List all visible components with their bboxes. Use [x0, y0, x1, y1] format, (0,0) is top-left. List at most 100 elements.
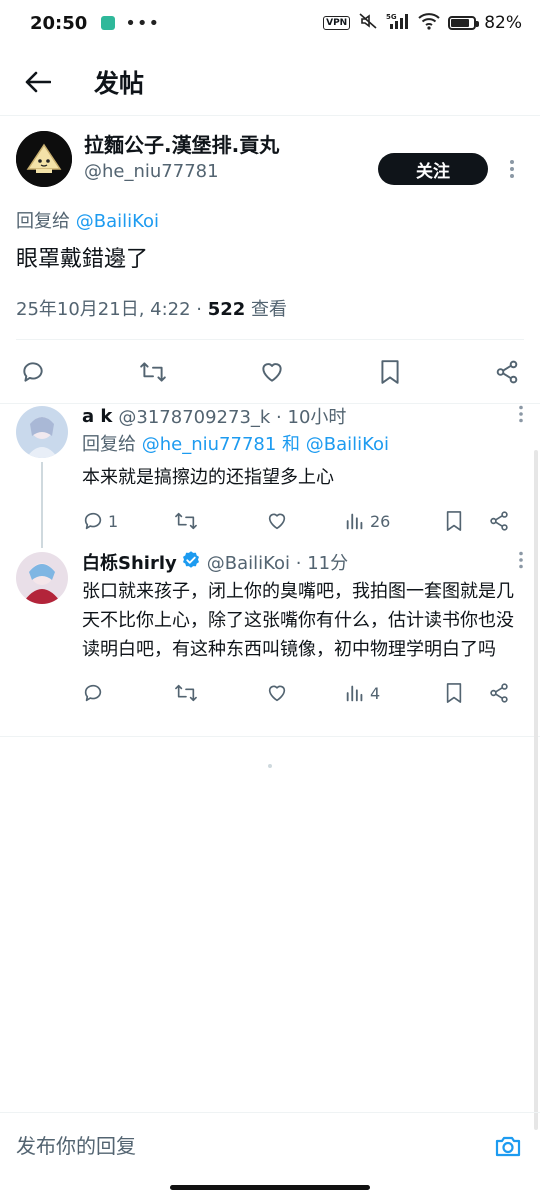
- mute-icon: [358, 12, 378, 34]
- post-meta: 25年10月21日, 4:22 · 522 查看: [16, 295, 524, 340]
- svg-text:5G: 5G: [386, 13, 397, 21]
- views-button[interactable]: 26: [344, 510, 444, 532]
- battery-icon: [448, 16, 480, 30]
- like-button[interactable]: [266, 682, 344, 704]
- loading-dot: [268, 764, 272, 768]
- reply-text: 本来就是搞擦边的还指望多上心: [82, 467, 334, 488]
- more-vertical-icon: [509, 159, 515, 179]
- share-button[interactable]: [488, 682, 510, 704]
- reply-item[interactable]: a k @3178709273_k · 10小时 回复给 @he_niu7778…: [0, 401, 540, 536]
- heart-icon: [262, 362, 282, 382]
- more-options-button[interactable]: [500, 157, 524, 181]
- anime-avatar-icon: [16, 406, 68, 458]
- share-button[interactable]: [488, 510, 510, 532]
- bookmark-button[interactable]: [444, 682, 488, 704]
- reply-item[interactable]: 白栎Shirly @BailiKoi · 11分 张口就来孩子，闭上你的臭嘴吧，…: [0, 547, 540, 708]
- reply-to-line: 回复给 @he_niu77781 和 @BailiKoi: [82, 431, 524, 459]
- reply-button[interactable]: [20, 359, 46, 385]
- reply-to-line: 回复给 @BailiKoi: [16, 207, 524, 233]
- like-button[interactable]: [266, 510, 344, 532]
- author-handle[interactable]: @he_niu77781: [84, 159, 279, 185]
- share-icon: [496, 360, 518, 383]
- reply-avatar[interactable]: [16, 552, 68, 604]
- reply-button[interactable]: 1: [82, 510, 174, 532]
- retweet-button[interactable]: [174, 682, 266, 704]
- retweet-icon: [175, 512, 197, 530]
- reply-more-button[interactable]: [518, 551, 524, 574]
- reply-to-mentions[interactable]: @he_niu77781 和 @BailiKoi: [142, 434, 389, 455]
- anime-avatar-icon: [16, 552, 68, 604]
- scrollbar[interactable]: [534, 450, 538, 1130]
- reply-input[interactable]: [16, 1133, 492, 1158]
- retweet-icon: [175, 684, 197, 702]
- comment-icon: [84, 684, 102, 702]
- views-label: 查看: [245, 299, 288, 320]
- author-avatar[interactable]: [16, 131, 72, 187]
- battery-percent: 82%: [484, 13, 522, 33]
- share-icon: [490, 511, 508, 531]
- cheese-character-icon: [16, 131, 72, 187]
- analytics-icon: [346, 685, 363, 702]
- post-timestamp: 25年10月21日, 4:22 ·: [16, 299, 208, 320]
- status-time: 20:50: [30, 12, 88, 34]
- reply-actions: 1 26: [82, 506, 524, 536]
- comment-icon: [84, 512, 102, 530]
- bookmark-button[interactable]: [378, 359, 402, 385]
- main-post: 拉麵公子.漢堡排.貢丸 @he_niu77781 关注 回复给 @BailiKo…: [0, 117, 540, 404]
- reply-to-prefix: 回复给: [82, 434, 142, 455]
- top-app-bar: 发帖: [0, 48, 540, 116]
- reply-more-button[interactable]: [518, 405, 524, 428]
- share-icon: [490, 683, 508, 703]
- page-title: 发帖: [94, 68, 145, 98]
- views-button[interactable]: 4: [344, 682, 444, 704]
- follow-button[interactable]: 关注: [378, 153, 488, 185]
- retweet-icon: [139, 361, 166, 382]
- vpn-icon: VPN: [323, 16, 351, 30]
- reply-avatar[interactable]: [16, 406, 68, 458]
- reply-text: 张口就来孩子，闭上你的臭嘴吧，我拍图一套图就是几天不比你上心，除了这张嘴你有什么…: [82, 581, 514, 660]
- wifi-icon: [418, 12, 440, 34]
- retweet-button[interactable]: [139, 359, 167, 385]
- heart-icon: [268, 685, 286, 702]
- more-notifications-icon: •••: [125, 12, 161, 34]
- comment-icon: [23, 361, 43, 382]
- reply-author-name[interactable]: a k: [82, 406, 112, 427]
- bookmark-icon: [446, 511, 462, 531]
- reply-count: 1: [108, 511, 119, 531]
- more-vertical-icon: [519, 551, 523, 568]
- camera-button[interactable]: [492, 1130, 524, 1162]
- reply-to-prefix: 回复给: [16, 211, 70, 232]
- views-count: 26: [370, 511, 391, 531]
- analytics-icon: [346, 513, 363, 530]
- arrow-left-icon: [25, 71, 51, 93]
- bookmark-button[interactable]: [444, 510, 488, 532]
- like-button[interactable]: [259, 359, 285, 385]
- retweet-button[interactable]: [174, 510, 266, 532]
- divider: [0, 736, 540, 737]
- reply-author-name[interactable]: 白栎Shirly: [82, 549, 177, 575]
- post-actions: [0, 340, 540, 404]
- app-notification-icon: [101, 16, 116, 30]
- back-button[interactable]: [18, 62, 58, 102]
- share-button[interactable]: [494, 359, 520, 385]
- views-count: 4: [370, 683, 381, 703]
- verified-badge-icon: [181, 550, 201, 575]
- camera-icon: [495, 1136, 521, 1156]
- reply-handle-time[interactable]: @3178709273_k · 10小时: [118, 403, 346, 429]
- post-text: 眼罩戴錯邊了: [16, 247, 149, 272]
- cellular-signal-icon: 5G: [386, 12, 410, 34]
- home-indicator[interactable]: [170, 1185, 370, 1190]
- reply-button[interactable]: [82, 682, 174, 704]
- views-count: 522: [207, 299, 246, 320]
- status-bar: 20:50 ••• VPN 5G 82%: [0, 0, 540, 46]
- reply-handle-time[interactable]: @BailiKoi · 11分: [207, 549, 348, 575]
- author-name[interactable]: 拉麵公子.漢堡排.貢丸: [84, 131, 279, 159]
- bookmark-icon: [380, 359, 399, 384]
- more-vertical-icon: [519, 405, 523, 422]
- reply-actions: 4: [82, 678, 524, 708]
- reply-to-mention[interactable]: @BailiKoi: [76, 211, 159, 232]
- bookmark-icon: [446, 683, 462, 703]
- battery-level: [451, 19, 470, 27]
- heart-icon: [268, 513, 286, 530]
- reply-composer: [0, 1112, 540, 1178]
